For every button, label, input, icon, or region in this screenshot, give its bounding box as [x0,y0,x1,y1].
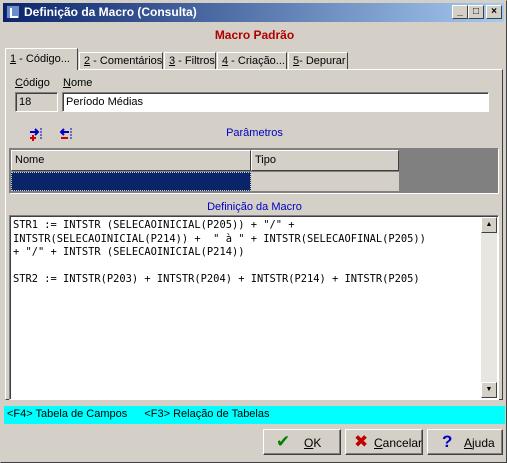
ok-rest: K [313,436,322,450]
table-row-tipo-cell[interactable] [251,172,399,191]
editor-scrollbar[interactable]: ▲ ▼ [481,217,497,398]
title-bar[interactable]: Definição da Macro (Consulta) _ □ × [3,3,504,22]
definicao-title: Definição da Macro [207,201,302,213]
codigo-label: Código [15,77,50,89]
help-button-label: Ajuda [464,436,495,450]
tab-depurar[interactable]: 5- Depurar [288,52,348,70]
table-row-nome-cell[interactable] [11,172,251,191]
close-button[interactable]: × [486,5,502,19]
codigo-label-key: C [15,77,23,89]
minimize-button[interactable]: _ [452,5,468,19]
codigo-field[interactable]: 18 [15,92,58,112]
tab-comentarios-label: - Comentários [90,55,163,67]
nome-label-rest: ome [70,77,93,89]
nome-label-key: N [63,77,71,89]
macro-definition-window: Definição da Macro (Consulta) _ □ × Macr… [0,0,507,463]
nome-field[interactable]: Período Médias [62,92,489,112]
f4-shortcut-hint: <F4> Tabela de Campos [7,408,128,420]
cancel-button[interactable]: ✖ Cancelar [345,429,423,455]
codigo-label-rest: ódigo [22,77,50,89]
ok-button-label: OK [304,436,321,450]
tab-codigo[interactable]: 1 - Código... [5,48,78,70]
window-title: Definição da Macro (Consulta) [24,5,197,19]
macro-code-editor[interactable]: STR1 := INTSTR (SELECAOINICIAL(P205)) + … [9,215,499,400]
scroll-up-icon[interactable]: ▲ [481,217,497,233]
cancel-key: C [374,436,383,450]
cancel-rest: ancelar [382,436,423,450]
parametros-title: Parâmetros [226,127,283,139]
app-icon [6,5,20,19]
f3-shortcut-hint: <F3> Relação de Tabelas [144,408,270,420]
tab-comentarios[interactable]: 2 - Comentários [79,52,163,70]
help-button[interactable]: ? Ajuda [427,429,503,455]
ok-button[interactable]: ✔ OK [263,429,341,455]
shortcut-status-bar: <F4> Tabela de Campos <F3> Relação de Ta… [4,406,505,424]
checkmark-icon: ✔ [276,432,291,451]
tab-depurar-label: - Depurar [299,55,346,67]
macro-code-text[interactable]: STR1 := INTSTR (SELECAOINICIAL(P205)) + … [13,219,481,287]
tab-filtros[interactable]: 3 - Filtros [164,52,216,70]
tab-codigo-label: - Código... [16,53,70,65]
help-key: A [464,436,473,450]
parametros-grid[interactable]: Nome Tipo [9,148,499,194]
scroll-down-icon[interactable]: ▼ [481,382,497,398]
tab-strip: 1 - Código... 2 - Comentários 3 - Filtro… [5,48,503,70]
nome-label: Nome [63,77,92,89]
ok-key: O [304,436,314,450]
question-mark-icon: ? [442,432,453,451]
cancel-button-label: Cancelar [374,436,422,450]
cross-icon: ✖ [354,432,369,451]
column-header-tipo[interactable]: Tipo [251,150,399,171]
maximize-button[interactable]: □ [468,5,484,19]
macro-heading: Macro Padrão [214,28,295,42]
tab-filtros-label: - Filtros [175,55,215,67]
tab-criacao-label: - Criação... [228,55,285,67]
column-header-nome[interactable]: Nome [11,150,251,171]
tab-criacao[interactable]: 4 - Criação... [217,52,287,70]
help-rest: juda [472,436,495,450]
